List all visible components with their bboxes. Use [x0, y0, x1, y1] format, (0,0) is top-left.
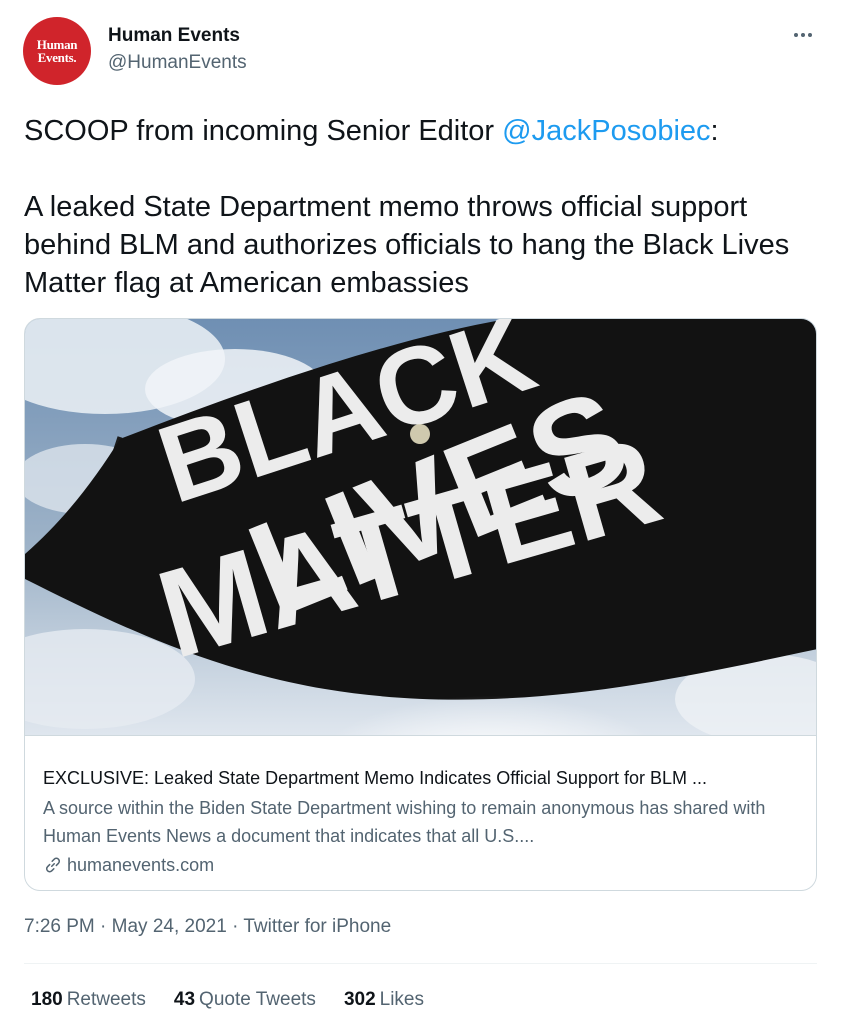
retweets-stat[interactable]: 180 Retweets	[31, 989, 146, 1011]
likes-label: Likes	[379, 989, 424, 1010]
card-meta[interactable]: EXCLUSIVE: Leaked State Department Memo …	[25, 735, 816, 890]
avatar-line-2: Events.	[37, 50, 77, 65]
quote-tweets-count: 43	[173, 989, 196, 1010]
card-image[interactable]: BLACK LIVES MATTER	[25, 319, 817, 735]
likes-count: 302	[343, 989, 376, 1010]
likes-stat[interactable]: 302 Likes	[344, 989, 424, 1011]
tweet-time[interactable]: 7:26 PM	[24, 916, 95, 937]
quote-tweets-stat[interactable]: 43 Quote Tweets	[174, 989, 316, 1011]
quote-tweets-label: Quote Tweets	[199, 989, 316, 1010]
tweet: Human Events. Human Events @HumanEvents …	[0, 0, 842, 1024]
link-icon	[45, 857, 61, 873]
tweet-source[interactable]: Twitter for iPhone	[243, 916, 391, 937]
author-display-name[interactable]: Human Events	[108, 25, 240, 47]
avatar[interactable]: Human Events.	[23, 17, 91, 85]
card-domain-text: humanevents.com	[67, 855, 215, 875]
tweet-timestamp: 7:26 PM · May 24, 2021 · Twitter for iPh…	[24, 916, 391, 938]
tweet-text-suffix: :	[710, 115, 719, 147]
more-horizontal-icon[interactable]	[790, 22, 816, 48]
mention-link[interactable]: @JackPosobiec	[502, 115, 710, 147]
tweet-paragraph-2: A leaked State Department memo throws of…	[24, 191, 790, 299]
engagement-stats: 180 Retweets 43 Quote Tweets 302 Likes	[31, 989, 424, 1011]
divider	[24, 963, 817, 964]
card-description: A source within the Biden State Departme…	[43, 798, 766, 846]
tweet-line-1: SCOOP from incoming Senior Editor @JackP…	[24, 112, 814, 150]
tweet-date[interactable]: May 24, 2021	[112, 916, 227, 937]
link-card[interactable]: BLACK LIVES MATTER EXCLUSIVE: Leaked Sta…	[24, 318, 817, 891]
tweet-text-prefix: SCOOP from incoming Senior Editor	[24, 115, 503, 147]
retweets-label: Retweets	[66, 989, 146, 1010]
author-handle[interactable]: @HumanEvents	[108, 52, 247, 74]
card-domain[interactable]: humanevents.com	[43, 852, 214, 878]
tweet-text: SCOOP from incoming Senior Editor @JackP…	[24, 112, 814, 302]
retweets-count: 180	[31, 989, 63, 1010]
meta-separator-1: ·	[94, 916, 112, 937]
meta-separator-2: ·	[226, 916, 244, 937]
card-title[interactable]: EXCLUSIVE: Leaked State Department Memo …	[43, 766, 803, 790]
